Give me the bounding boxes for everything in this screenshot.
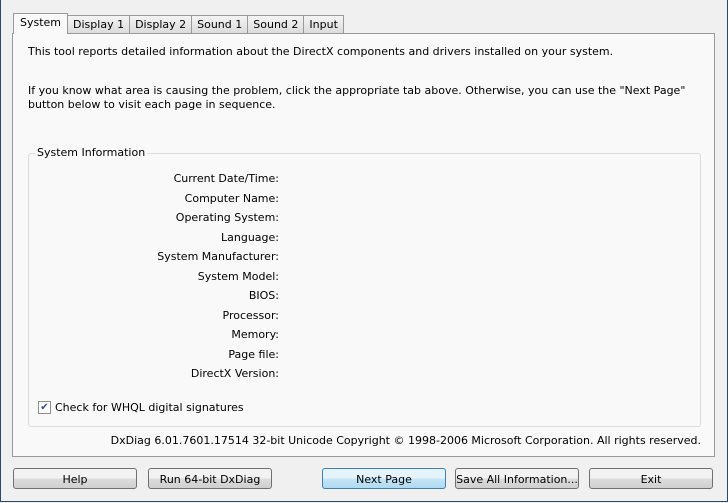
- field-label: System Manufacturer:: [157, 250, 279, 263]
- tab-bar: System Display 1 Display 2 Sound 1 Sound…: [13, 13, 344, 34]
- save-all-information-button[interactable]: Save All Information...: [455, 468, 579, 489]
- help-button[interactable]: Help: [13, 468, 137, 489]
- copyright-text: DxDiag 6.01.7601.17514 32-bit Unicode Co…: [110, 434, 701, 447]
- field-label: BIOS:: [248, 289, 279, 302]
- field-label: Processor:: [222, 308, 280, 322]
- field-label: Language:: [221, 230, 279, 244]
- field-label: Operating System:: [175, 211, 279, 224]
- field-label: Memory:: [231, 328, 279, 341]
- field-label: System Model:: [197, 269, 279, 283]
- exit-button[interactable]: Exit: [589, 468, 713, 489]
- whql-label: Check for WHQL digital signatures: [55, 401, 244, 414]
- tab-system[interactable]: System: [13, 13, 69, 34]
- tab-sound-2[interactable]: Sound 2: [247, 15, 305, 33]
- tab-sound-1[interactable]: Sound 1: [191, 15, 249, 33]
- tab-input[interactable]: Input: [303, 15, 344, 33]
- whql-checkbox[interactable]: ✔ Check for WHQL digital signatures: [38, 401, 244, 414]
- system-information-group: System Information Current Date/Time: Com…: [28, 146, 701, 427]
- field-label: DirectX Version:: [190, 367, 279, 380]
- field-label: Current Date/Time:: [173, 172, 279, 185]
- tab-display-1[interactable]: Display 1: [67, 15, 131, 33]
- field-label: Page file:: [228, 347, 279, 361]
- field-label: Computer Name:: [184, 191, 279, 205]
- tab-display-2[interactable]: Display 2: [129, 15, 193, 33]
- run-64bit-dxdiag-button[interactable]: Run 64-bit DxDiag: [148, 468, 272, 489]
- tab-panel: This tool reports detailed information a…: [12, 33, 715, 457]
- instructions-text: If you know what area is causing the pro…: [28, 84, 686, 111]
- group-title: System Information: [35, 146, 148, 159]
- checkmark-icon: ✔: [38, 401, 51, 414]
- intro-text: This tool reports detailed information a…: [28, 45, 614, 58]
- next-page-button[interactable]: Next Page: [322, 468, 446, 489]
